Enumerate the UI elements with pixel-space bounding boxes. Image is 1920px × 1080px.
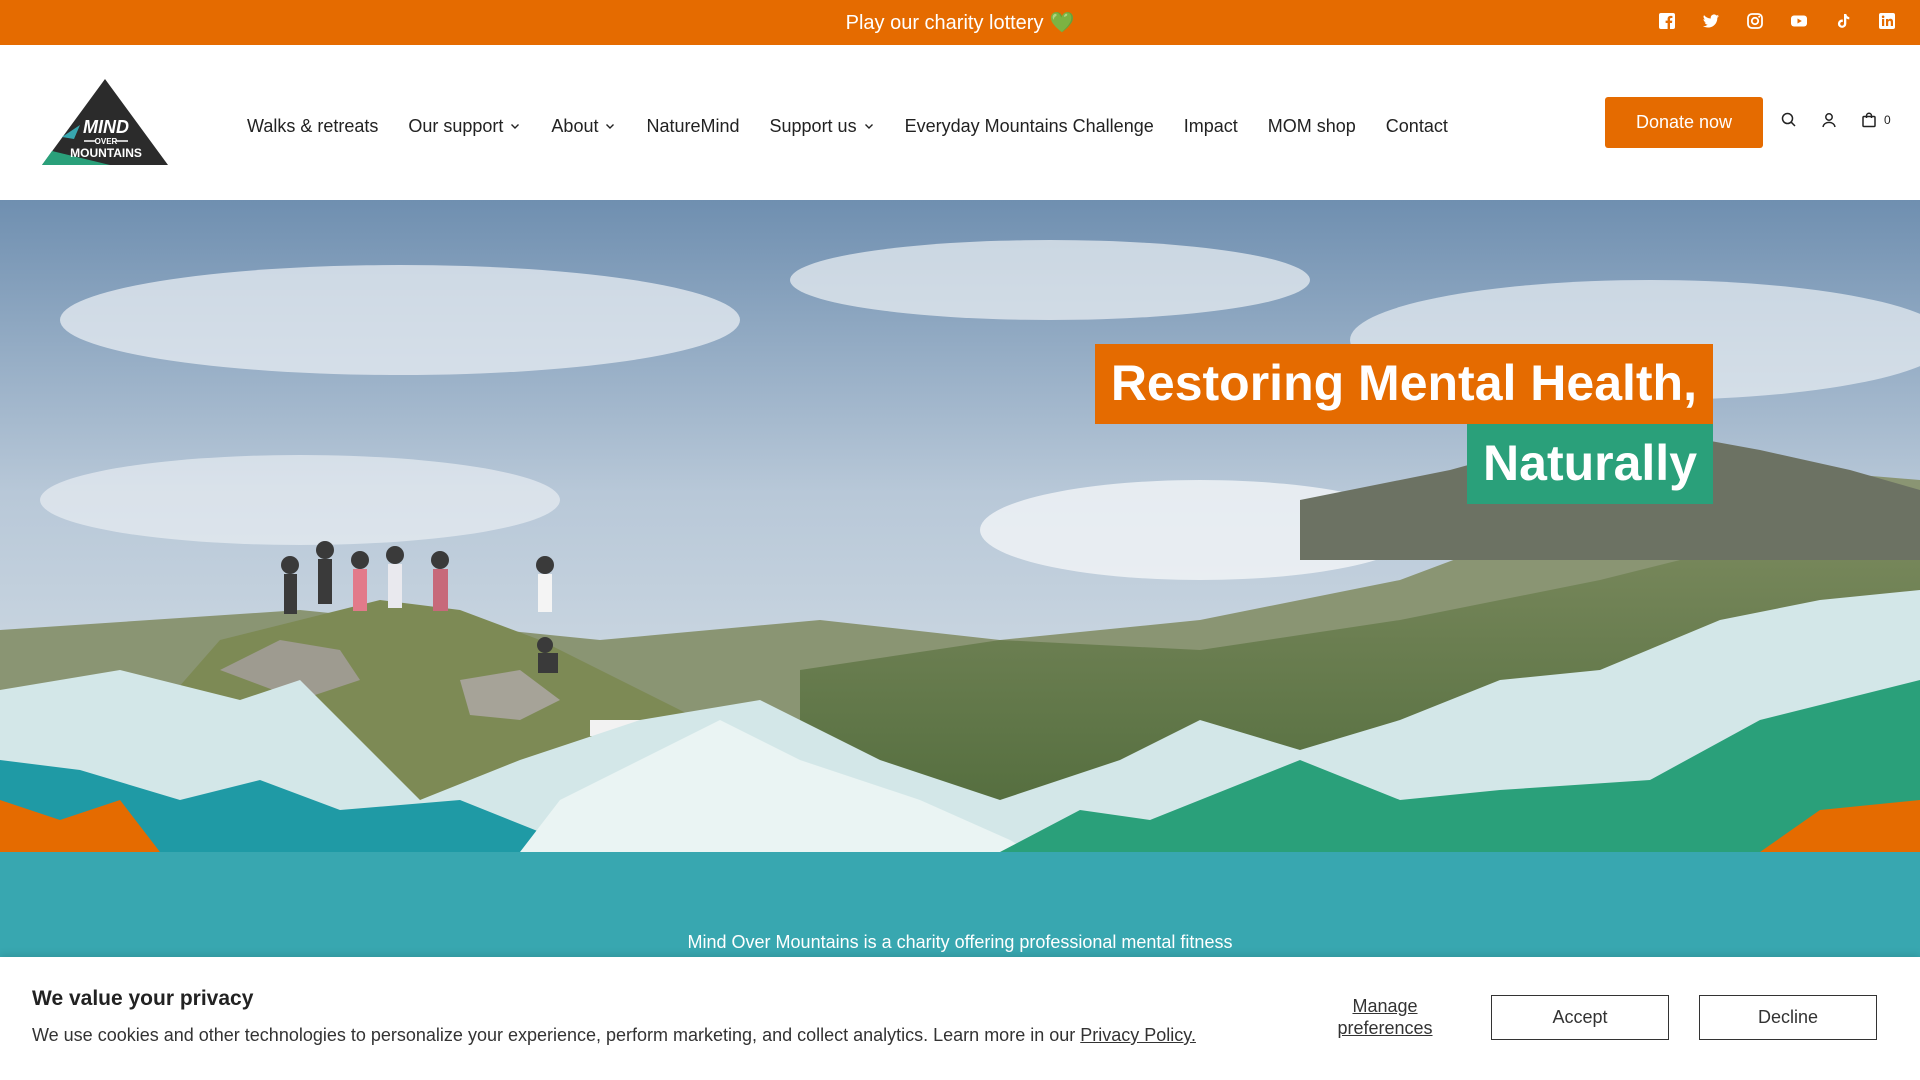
nav-item-label: NatureMind (646, 115, 740, 136)
charity-lottery-link[interactable]: Play our charity lottery 💚 (0, 0, 1920, 45)
nav-item-label: Walks & retreats (247, 115, 379, 136)
nav-item-label: Impact (1183, 115, 1238, 136)
header-actions: 0 (1780, 111, 1891, 129)
site-header: MIND OVER MOUNTAINS Walks & retreats Our… (0, 45, 1920, 200)
chevron-down-icon (511, 124, 520, 129)
announcement-text: Play our charity lottery (845, 12, 1044, 34)
logo-text-mind: MIND (83, 117, 129, 137)
main-nav: Walks & retreats Our support About Natur… (247, 111, 1448, 141)
announcement-bar: Play our charity lottery 💚 (0, 0, 1920, 45)
shopping-bag-icon (1860, 111, 1878, 129)
privacy-policy-link[interactable]: Privacy Policy. (1080, 1025, 1196, 1045)
accept-button[interactable]: Accept (1491, 995, 1669, 1040)
nav-item-everyday-mountains-challenge[interactable]: Everyday Mountains Challenge (905, 111, 1154, 141)
chevron-down-icon (606, 124, 615, 129)
nav-item-label: Contact (1385, 115, 1448, 136)
logo-text-mountains: MOUNTAINS (70, 146, 142, 160)
cart-button[interactable]: 0 (1860, 111, 1891, 129)
nav-item-label: Support us (769, 115, 857, 136)
account-icon[interactable] (1820, 111, 1838, 129)
logo-text-over: OVER (95, 137, 118, 146)
hero-section: Restoring Mental Health, Naturally (0, 200, 1920, 852)
twitter-icon[interactable] (1702, 12, 1720, 30)
green-heart-emoji: 💚 (1049, 12, 1075, 34)
nav-item-our-support[interactable]: Our support (408, 111, 521, 141)
nav-item-walks-retreats[interactable]: Walks & retreats (247, 111, 378, 141)
nav-item-naturemind[interactable]: NatureMind (646, 111, 739, 141)
youtube-icon[interactable] (1790, 12, 1808, 30)
hero-landscape-image (0, 200, 1920, 852)
cookie-body: We use cookies and other technologies to… (32, 1025, 1076, 1045)
nav-item-about[interactable]: About (551, 111, 616, 141)
cookie-banner: We value your privacy We use cookies and… (0, 957, 1920, 1080)
hero-headline: Restoring Mental Health, Naturally (1094, 344, 1713, 504)
donate-now-button[interactable]: Donate now (1605, 97, 1763, 148)
chevron-down-icon (864, 124, 873, 129)
facebook-icon[interactable] (1658, 12, 1676, 30)
nav-item-mom-shop[interactable]: MOM shop (1268, 111, 1356, 141)
tiktok-icon[interactable] (1834, 12, 1852, 30)
cart-count: 0 (1884, 113, 1891, 127)
linkedin-icon[interactable] (1878, 12, 1896, 30)
nav-item-label: Our support (408, 115, 504, 136)
nav-item-label: Everyday Mountains Challenge (904, 115, 1154, 136)
search-icon[interactable] (1780, 111, 1798, 129)
manage-preferences-link[interactable]: Manage preferences (1320, 995, 1450, 1039)
nav-item-support-us[interactable]: Support us (770, 111, 875, 141)
nav-item-label: About (551, 115, 599, 136)
cookie-title: We value your privacy (32, 987, 254, 1010)
decline-button[interactable]: Decline (1699, 995, 1877, 1040)
nav-item-label: MOM shop (1267, 115, 1356, 136)
mind-over-mountains-logo[interactable]: MIND OVER MOUNTAINS (40, 77, 170, 167)
nav-item-impact[interactable]: Impact (1184, 111, 1238, 141)
instagram-icon[interactable] (1746, 12, 1764, 30)
headline-line-2: Naturally (1467, 424, 1713, 504)
headline-line-1: Restoring Mental Health, (1094, 344, 1713, 424)
cookie-text: We use cookies and other technologies to… (32, 1025, 1196, 1046)
nav-item-contact[interactable]: Contact (1386, 111, 1448, 141)
intro-text: Mind Over Mountains is a charity offerin… (687, 932, 1233, 952)
social-links (1658, 12, 1896, 30)
